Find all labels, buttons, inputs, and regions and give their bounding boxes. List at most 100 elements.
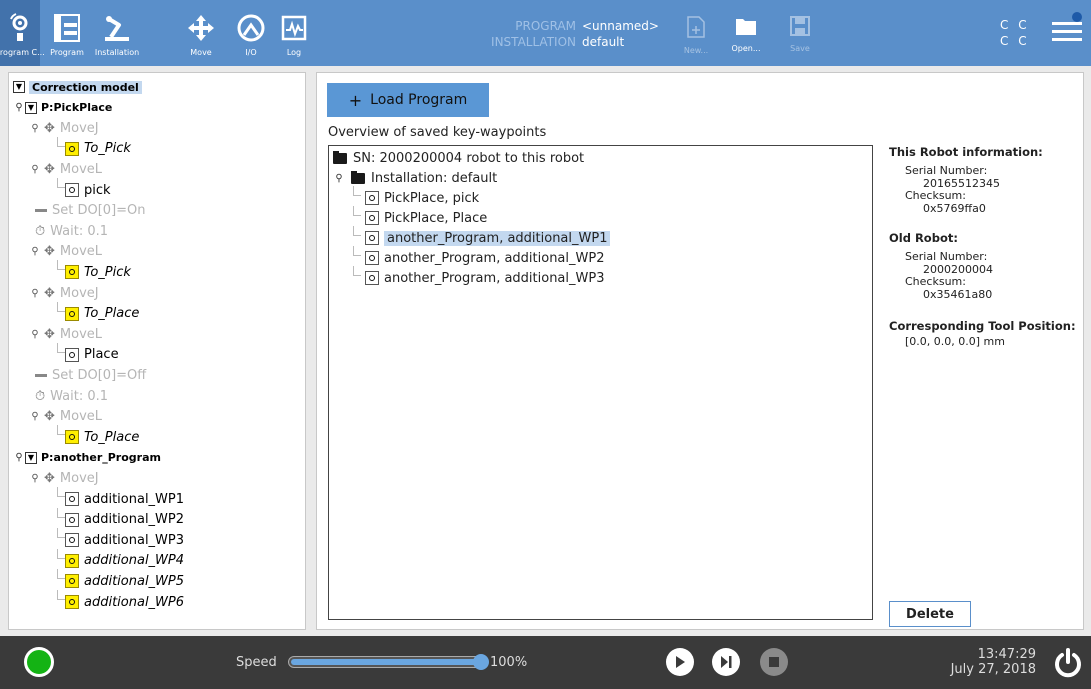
- tree-label: Set DO[0]=Off: [52, 367, 147, 383]
- tree-connector: [57, 487, 65, 497]
- nav-label: Installation: [94, 48, 140, 57]
- waypoint-label: another_Program, additional_WP3: [384, 270, 605, 286]
- program-value: <unnamed>: [582, 19, 659, 33]
- open-folder-icon: [735, 16, 757, 40]
- open-button[interactable]: Open...: [726, 0, 766, 66]
- tree-connector: [57, 507, 65, 518]
- tree-set[interactable]: Set DO[0]=On: [29, 201, 146, 221]
- tree-waypoint[interactable]: additional_WP1: [65, 489, 184, 509]
- serial-label: Serial Number:: [905, 250, 988, 263]
- waypoint-row[interactable]: another_Program, additional_WP1: [365, 228, 611, 248]
- tree-waypoint[interactable]: pick: [65, 180, 111, 200]
- tree-label: MoveJ: [59, 470, 99, 486]
- folder-icon: [351, 170, 365, 184]
- tree-waypoint[interactable]: To_Pick: [65, 262, 131, 282]
- installation-key: INSTALLATION: [491, 35, 576, 49]
- hamburger-menu-button[interactable]: [1050, 12, 1084, 48]
- tree-connector: [57, 425, 65, 436]
- nav-label: Log: [286, 48, 302, 57]
- tree-root[interactable]: ▼ Correction model: [13, 77, 142, 97]
- step-button[interactable]: [712, 648, 740, 676]
- play-button[interactable]: [666, 648, 694, 676]
- tree-move[interactable]: ⚲ ✥ MoveL: [29, 324, 102, 344]
- robot-status-icon[interactable]: [24, 647, 54, 677]
- list-connector: [353, 186, 361, 196]
- waypoint-icon: [365, 211, 379, 225]
- list-connector: [353, 206, 361, 216]
- collapse-triangle-icon: ▼: [25, 451, 37, 464]
- tree-waypoint[interactable]: Place: [65, 345, 119, 365]
- tree-program[interactable]: ⚲ ▼ P:PickPlace: [13, 98, 112, 118]
- folder-icon: [333, 150, 347, 164]
- nav-label: Program C...: [0, 48, 45, 57]
- waypoint-row[interactable]: PickPlace, Place: [365, 208, 487, 228]
- speed-slider-fill: [291, 659, 483, 665]
- tree-label: Place: [84, 347, 119, 363]
- tree-move[interactable]: ⚲ ✥ MoveL: [29, 242, 102, 262]
- tree-move[interactable]: ⚲ ✥ MoveL: [29, 407, 102, 427]
- tree-label: Set DO[0]=On: [52, 203, 146, 219]
- tree-move[interactable]: ⚲ ✥ MoveJ: [29, 283, 98, 303]
- tree-waypoint[interactable]: To_Place: [65, 427, 139, 447]
- program-tree-icon: [53, 10, 81, 46]
- stop-button[interactable]: [760, 648, 788, 676]
- list-connector: [353, 266, 361, 276]
- cc-bottom: C C: [1000, 34, 1030, 48]
- timer-icon: ⏱: [35, 388, 46, 404]
- waypoint-row[interactable]: another_Program, additional_WP2: [365, 248, 604, 268]
- nav-program[interactable]: Program: [42, 0, 92, 66]
- tree-connector: [57, 569, 65, 580]
- collapse-triangle-icon: ▼: [13, 81, 25, 93]
- waypoint-row[interactable]: PickPlace, pick: [365, 188, 479, 208]
- nav-log[interactable]: Log: [276, 0, 312, 66]
- tree-move[interactable]: ⚲ ✥ MoveJ: [29, 468, 99, 488]
- nav-io[interactable]: I/O: [226, 0, 276, 66]
- tree-label: Wait: 0.1: [50, 223, 109, 239]
- program-key: PROGRAM: [515, 19, 576, 33]
- speed-slider[interactable]: [288, 654, 489, 670]
- tree-label: additional_WP1: [84, 491, 185, 507]
- nav-installation[interactable]: Installation: [92, 0, 142, 66]
- robot-arm-program-icon: [7, 10, 33, 46]
- save-icon: [790, 16, 810, 40]
- list-connector: [353, 226, 361, 236]
- footer-bar: Speed 100% 13:47:29 July 27, 2018: [0, 636, 1091, 689]
- step-icon: [721, 656, 732, 668]
- tree-waypoint[interactable]: additional_WP2: [65, 510, 184, 530]
- tree-program[interactable]: ⚲ ▼ P:another_Program: [13, 448, 161, 468]
- waypoint-icon: [65, 595, 79, 609]
- nav-program-correction[interactable]: Program C...: [0, 0, 45, 66]
- tree-waypoint[interactable]: additional_WP6: [65, 592, 184, 612]
- clock-time: 13:47:29: [977, 647, 1036, 662]
- tree-move[interactable]: ⚲ ✥ MoveJ: [29, 118, 98, 138]
- header-bar: Program C... Program Installation Move I…: [0, 0, 1091, 66]
- tree-wait[interactable]: ⏱ Wait: 0.1: [29, 221, 108, 241]
- log-icon: [281, 10, 307, 46]
- waypoint-icon: [65, 492, 79, 506]
- tree-waypoint[interactable]: To_Place: [65, 304, 139, 324]
- delete-button[interactable]: Delete: [889, 601, 971, 627]
- tree-label: P:PickPlace: [41, 101, 113, 115]
- tree-set[interactable]: Set DO[0]=Off: [29, 365, 146, 385]
- new-button[interactable]: New...: [678, 0, 714, 66]
- nav-move[interactable]: Move: [176, 0, 226, 66]
- waypoint-icon: [65, 553, 79, 568]
- tree-waypoint[interactable]: additional_WP5: [65, 571, 184, 591]
- installation-row[interactable]: ⚲ Installation: default: [333, 168, 497, 188]
- tree-wait[interactable]: ⏱ Wait: 0.1: [29, 386, 108, 406]
- waypoint-row[interactable]: another_Program, additional_WP3: [365, 268, 604, 288]
- sn-row[interactable]: SN: 2000200004 robot to this robot: [333, 148, 584, 168]
- power-button[interactable]: [1052, 647, 1084, 679]
- load-program-label: Load Program: [370, 92, 468, 108]
- save-button[interactable]: Save: [780, 0, 820, 66]
- serial-label: Serial Number:: [905, 164, 988, 177]
- load-program-button[interactable]: + Load Program: [327, 83, 489, 117]
- tree-move[interactable]: ⚲ ✥ MoveL: [29, 159, 102, 179]
- waypoint-icon: [365, 191, 379, 205]
- tree-waypoint[interactable]: additional_WP4: [65, 551, 184, 571]
- speed-slider-knob[interactable]: [473, 654, 489, 670]
- tree-label: Wait: 0.1: [50, 388, 109, 404]
- tree-waypoint[interactable]: To_Pick: [65, 139, 131, 159]
- tree-waypoint[interactable]: additional_WP3: [65, 530, 184, 550]
- tree-connector: [57, 590, 65, 600]
